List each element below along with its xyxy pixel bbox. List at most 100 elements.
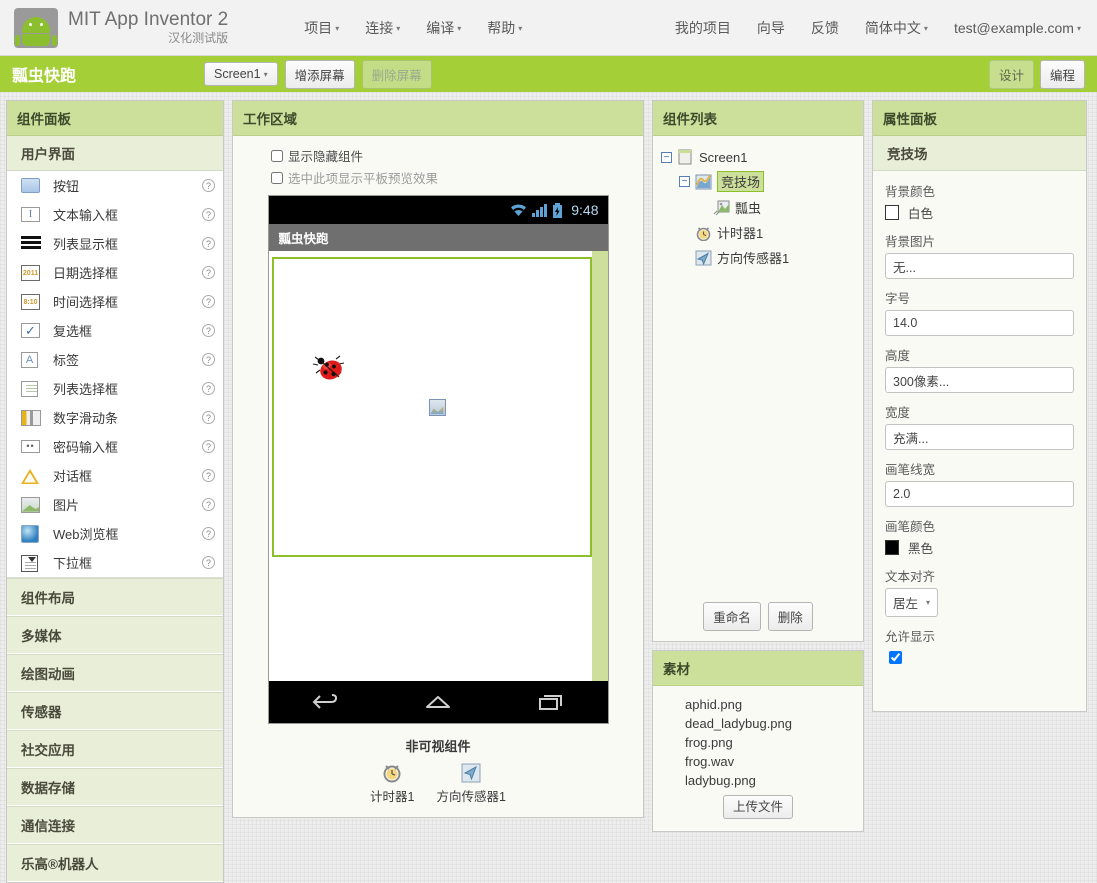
menu-my-projects[interactable]: 我的项目 [675,18,731,38]
help-icon[interactable]: ? [202,411,215,424]
show-hidden-components-checkbox[interactable] [271,150,283,162]
help-icon[interactable]: ? [202,556,215,569]
tree-toggle-icon[interactable]: − [679,176,690,187]
help-icon[interactable]: ? [202,353,215,366]
tablet-preview-row[interactable]: 选中此项显示平板预览效果 [233,168,643,187]
tablet-preview-checkbox[interactable] [271,172,283,184]
viewer-panel: 工作区域 显示隐藏组件 选中此项显示平板预览效果 [232,100,644,818]
palette-item-slider[interactable]: 数字滑动条 ? [7,403,223,432]
delete-component-button[interactable]: 删除 [768,602,813,631]
palette-item-datepicker[interactable]: 2011 日期选择框 ? [7,258,223,287]
palette-category-user-interface[interactable]: 用户界面 [7,136,223,171]
palette-category-media[interactable]: 多媒体 [7,616,223,654]
palette-item-label: 复选框 [53,321,202,340]
help-icon[interactable]: ? [202,382,215,395]
screen-selector-dropdown[interactable]: Screen1▾ [204,62,278,86]
non-visible-item-clock[interactable]: 计时器1 [370,762,414,805]
rename-component-button[interactable]: 重命名 [703,602,761,631]
signal-icon [532,203,547,217]
property-text-alignment-select[interactable]: 居左 ▾ [885,588,938,617]
media-item[interactable]: aphid.png [653,695,863,714]
palette-category-drawing-animation[interactable]: 绘图动画 [7,654,223,692]
palette-item-label: 密码输入框 [53,437,202,456]
property-height-input[interactable] [885,367,1074,393]
palette-category-storage[interactable]: 数据存储 [7,768,223,806]
spinner-icon [21,553,43,573]
media-item[interactable]: dead_ladybug.png [653,714,863,733]
tree-node-screen1[interactable]: − Screen1 [661,146,855,168]
palette-item-listpicker[interactable]: 列表选择框 ? [7,374,223,403]
help-icon[interactable]: ? [202,179,215,192]
canvas-component[interactable] [272,257,592,557]
tree-node-canvas[interactable]: − 竞技场 [661,168,855,195]
menu-guide[interactable]: 向导 [757,18,785,38]
media-item[interactable]: frog.png [653,733,863,752]
property-paint-color[interactable]: 黑色 [885,538,1074,557]
blocks-tab-button[interactable]: 编程 [1040,60,1085,89]
tree-node-sprite[interactable]: 瓢虫 [661,195,855,220]
help-icon[interactable]: ? [202,324,215,337]
add-screen-button[interactable]: 增添屏幕 [285,60,355,89]
upload-file-button[interactable]: 上传文件 [723,795,793,819]
palette-item-webviewer[interactable]: Web浏览框 ? [7,519,223,548]
help-icon[interactable]: ? [202,295,215,308]
media-file-list: aphid.png dead_ladybug.png frog.png frog… [653,686,863,831]
palette-item-password-textbox[interactable]: •• 密码输入框 ? [7,432,223,461]
palette-category-layout[interactable]: 组件布局 [7,578,223,616]
media-item[interactable]: frog.wav [653,752,863,771]
menu-help[interactable]: 帮助▾ [487,18,522,38]
menu-user-account[interactable]: test@example.com▾ [954,20,1081,36]
menu-build[interactable]: 编译▾ [426,18,461,38]
help-icon[interactable]: ? [202,266,215,279]
menu-language[interactable]: 简体中文▾ [865,18,928,38]
show-hidden-components-row[interactable]: 显示隐藏组件 [233,146,643,165]
non-visible-item-orientation-sensor[interactable]: 方向传感器1 [437,762,506,805]
property-line-width-input[interactable] [885,481,1074,507]
non-visible-label: 方向传感器1 [437,786,506,805]
media-item[interactable]: ladybug.png [653,771,863,790]
palette-item-button[interactable]: 按钮 ? [7,171,223,200]
palette-category-sensors[interactable]: 传感器 [7,692,223,730]
palette-item-notifier[interactable]: 对话框 ? [7,461,223,490]
tree-node-clock[interactable]: 计时器1 [661,220,855,245]
palette-item-textbox[interactable]: I 文本输入框 ? [7,200,223,229]
property-background-image-input[interactable] [885,253,1074,279]
palette-item-image[interactable]: 图片 ? [7,490,223,519]
palette-item-label[interactable]: A 标签 ? [7,345,223,374]
property-visible-checkbox[interactable] [889,651,902,664]
palette-item-checkbox[interactable]: ✓ 复选框 ? [7,316,223,345]
property-background-color[interactable]: 白色 [885,203,1074,222]
screen-form-area[interactable] [269,251,608,681]
menu-connect[interactable]: 连接▾ [365,18,400,38]
property-width-input[interactable] [885,424,1074,450]
chevron-down-icon: ▾ [924,24,928,33]
brand-logo-group[interactable]: MIT App Inventor 2 汉化测试版 [14,8,228,48]
property-label-text-alignment: 文本对齐 [885,566,1074,585]
tree-toggle-icon[interactable]: − [661,152,672,163]
menu-project-label: 项目 [304,20,332,36]
color-swatch[interactable] [885,540,899,555]
palette-header: 组件面板 [7,101,223,136]
components-header: 组件列表 [653,101,863,136]
palette-category-lego-robots[interactable]: 乐高®机器人 [7,844,223,882]
palette-category-social[interactable]: 社交应用 [7,730,223,768]
color-swatch[interactable] [885,205,899,220]
designer-tab-button[interactable]: 设计 [989,60,1034,89]
help-icon[interactable]: ? [202,498,215,511]
help-icon[interactable]: ? [202,208,215,221]
palette-item-listview[interactable]: 列表显示框 ? [7,229,223,258]
help-icon[interactable]: ? [202,237,215,250]
help-icon[interactable]: ? [202,469,215,482]
property-font-size-input[interactable] [885,310,1074,336]
palette-item-spinner[interactable]: 下拉框 ? [7,548,223,577]
palette-category-connectivity[interactable]: 通信连接 [7,806,223,844]
menu-feedback[interactable]: 反馈 [811,18,839,38]
help-icon[interactable]: ? [202,440,215,453]
properties-panel: 属性面板 竞技场 背景颜色 白色 背景图片 字号 高度 宽度 画笔线宽 画笔颜色… [872,100,1087,712]
help-icon[interactable]: ? [202,527,215,540]
menu-project[interactable]: 项目▾ [304,18,339,38]
palette-item-timepicker[interactable]: 8:10 时间选择框 ? [7,287,223,316]
ladybug-sprite[interactable] [312,354,348,386]
non-visible-title: 非可视组件 [233,736,643,755]
tree-node-orientation-sensor[interactable]: 方向传感器1 [661,245,855,270]
